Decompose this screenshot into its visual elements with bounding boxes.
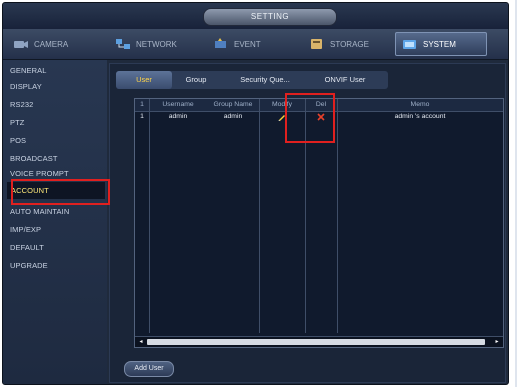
tab-camera[interactable]: CAMERA (7, 32, 99, 56)
subtab-security-question[interactable]: Security Que... (220, 71, 310, 89)
highlight-account-box (11, 179, 110, 205)
row-username: admin (168, 113, 188, 120)
highlight-modify-box (285, 93, 335, 143)
scroll-left-arrow-icon[interactable]: ◂ (137, 338, 145, 346)
column-divider (259, 99, 260, 333)
window-title: SETTING (203, 8, 337, 26)
sidebar-item-ptz[interactable]: PTZ (10, 116, 106, 130)
tab-event-label: EVENT (234, 39, 261, 49)
tab-event[interactable]: EVENT (207, 32, 299, 56)
row-group-name: admin (223, 113, 243, 120)
column-header-group-name: Group Name (213, 101, 253, 108)
sidebar-item-broadcast[interactable]: BROADCAST (10, 152, 106, 166)
subtab-user[interactable]: User (116, 71, 172, 89)
sidebar-item-rs232[interactable]: RS232 (10, 98, 106, 112)
network-icon (115, 38, 131, 50)
sidebar-item-auto-maintain[interactable]: AUTO MAINTAIN (10, 205, 106, 219)
add-user-button[interactable]: Add User (124, 361, 174, 377)
subtab-group[interactable]: Group (172, 71, 220, 89)
tab-network-label: NETWORK (136, 39, 177, 49)
tab-system[interactable]: SYSTEM (395, 32, 487, 56)
row-index: 1 (140, 113, 144, 120)
tab-network[interactable]: NETWORK (109, 32, 201, 56)
scroll-right-arrow-icon[interactable]: ▸ (493, 338, 501, 346)
scrollbar-thumb[interactable] (147, 339, 485, 345)
column-divider (337, 99, 338, 333)
system-icon (402, 38, 418, 50)
tab-storage-label: STORAGE (330, 39, 369, 49)
column-header-username: Username (162, 101, 194, 108)
horizontal-scrollbar[interactable]: ◂ ▸ (135, 336, 503, 347)
sidebar-item-display[interactable]: DISPLAY (10, 80, 106, 94)
row-memo: admin 's account (394, 113, 446, 120)
sidebar-item-imp-exp[interactable]: IMP/EXP (10, 223, 106, 237)
storage-icon (309, 38, 325, 50)
tab-camera-label: CAMERA (34, 39, 69, 49)
title-bar: SETTING (3, 3, 508, 29)
sidebar-item-general[interactable]: GENERAL (10, 64, 106, 78)
tab-system-label: SYSTEM (423, 39, 456, 49)
account-subtabs: User Group Security Que... ONVIF User (116, 71, 388, 89)
sidebar-item-pos[interactable]: POS (10, 134, 106, 148)
camera-icon (13, 38, 29, 50)
sidebar: GENERAL DISPLAY RS232 PTZ POS BROADCAST … (3, 60, 107, 384)
tab-storage[interactable]: STORAGE (303, 32, 395, 56)
sidebar-item-upgrade[interactable]: UPGRADE (10, 259, 106, 273)
column-header-index: 1 (140, 101, 144, 108)
column-header-memo: Memo (410, 101, 430, 108)
settings-window: SETTING CAMERA NETWORK EVENT STORAGE SYS… (2, 2, 509, 385)
event-icon (213, 38, 229, 50)
column-divider (149, 99, 150, 333)
sidebar-item-default[interactable]: DEFAULT (10, 241, 106, 255)
main-tab-bar: CAMERA NETWORK EVENT STORAGE SYSTEM (3, 29, 508, 60)
subtab-onvif-user[interactable]: ONVIF User (310, 71, 380, 89)
